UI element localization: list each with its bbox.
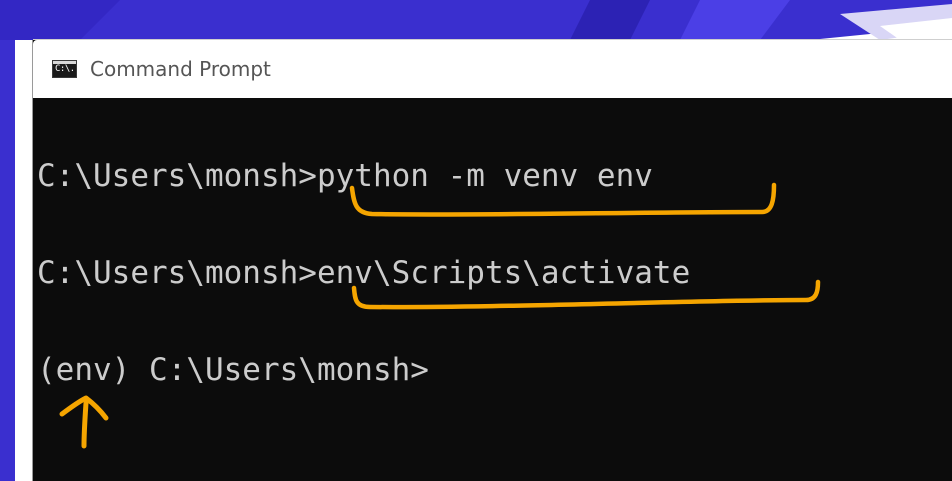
prompt: C:\Users\monsh> <box>37 158 317 194</box>
window-title: Command Prompt <box>90 57 271 81</box>
console-area[interactable]: C:\Users\monsh>python -m venv env C:\Use… <box>33 98 952 481</box>
command: python -m venv env <box>316 158 653 194</box>
console-line: (env) C:\Users\monsh> <box>37 351 429 389</box>
active-env-prompt: (env) C:\Users\monsh> <box>37 352 429 388</box>
command: env\Scripts\activate <box>316 255 691 291</box>
cmd-icon: C:\. <box>52 60 77 78</box>
command-prompt-window[interactable]: C:\. Command Prompt C:\Users\monsh>pytho… <box>33 40 952 481</box>
title-bar[interactable]: C:\. Command Prompt <box>33 40 952 98</box>
screenshot: C:\. Command Prompt C:\Users\monsh>pytho… <box>0 0 952 481</box>
console-line: C:\Users\monsh>python -m venv env <box>37 157 653 195</box>
prompt: C:\Users\monsh> <box>37 255 317 291</box>
console-line: C:\Users\monsh>env\Scripts\activate <box>37 254 690 292</box>
